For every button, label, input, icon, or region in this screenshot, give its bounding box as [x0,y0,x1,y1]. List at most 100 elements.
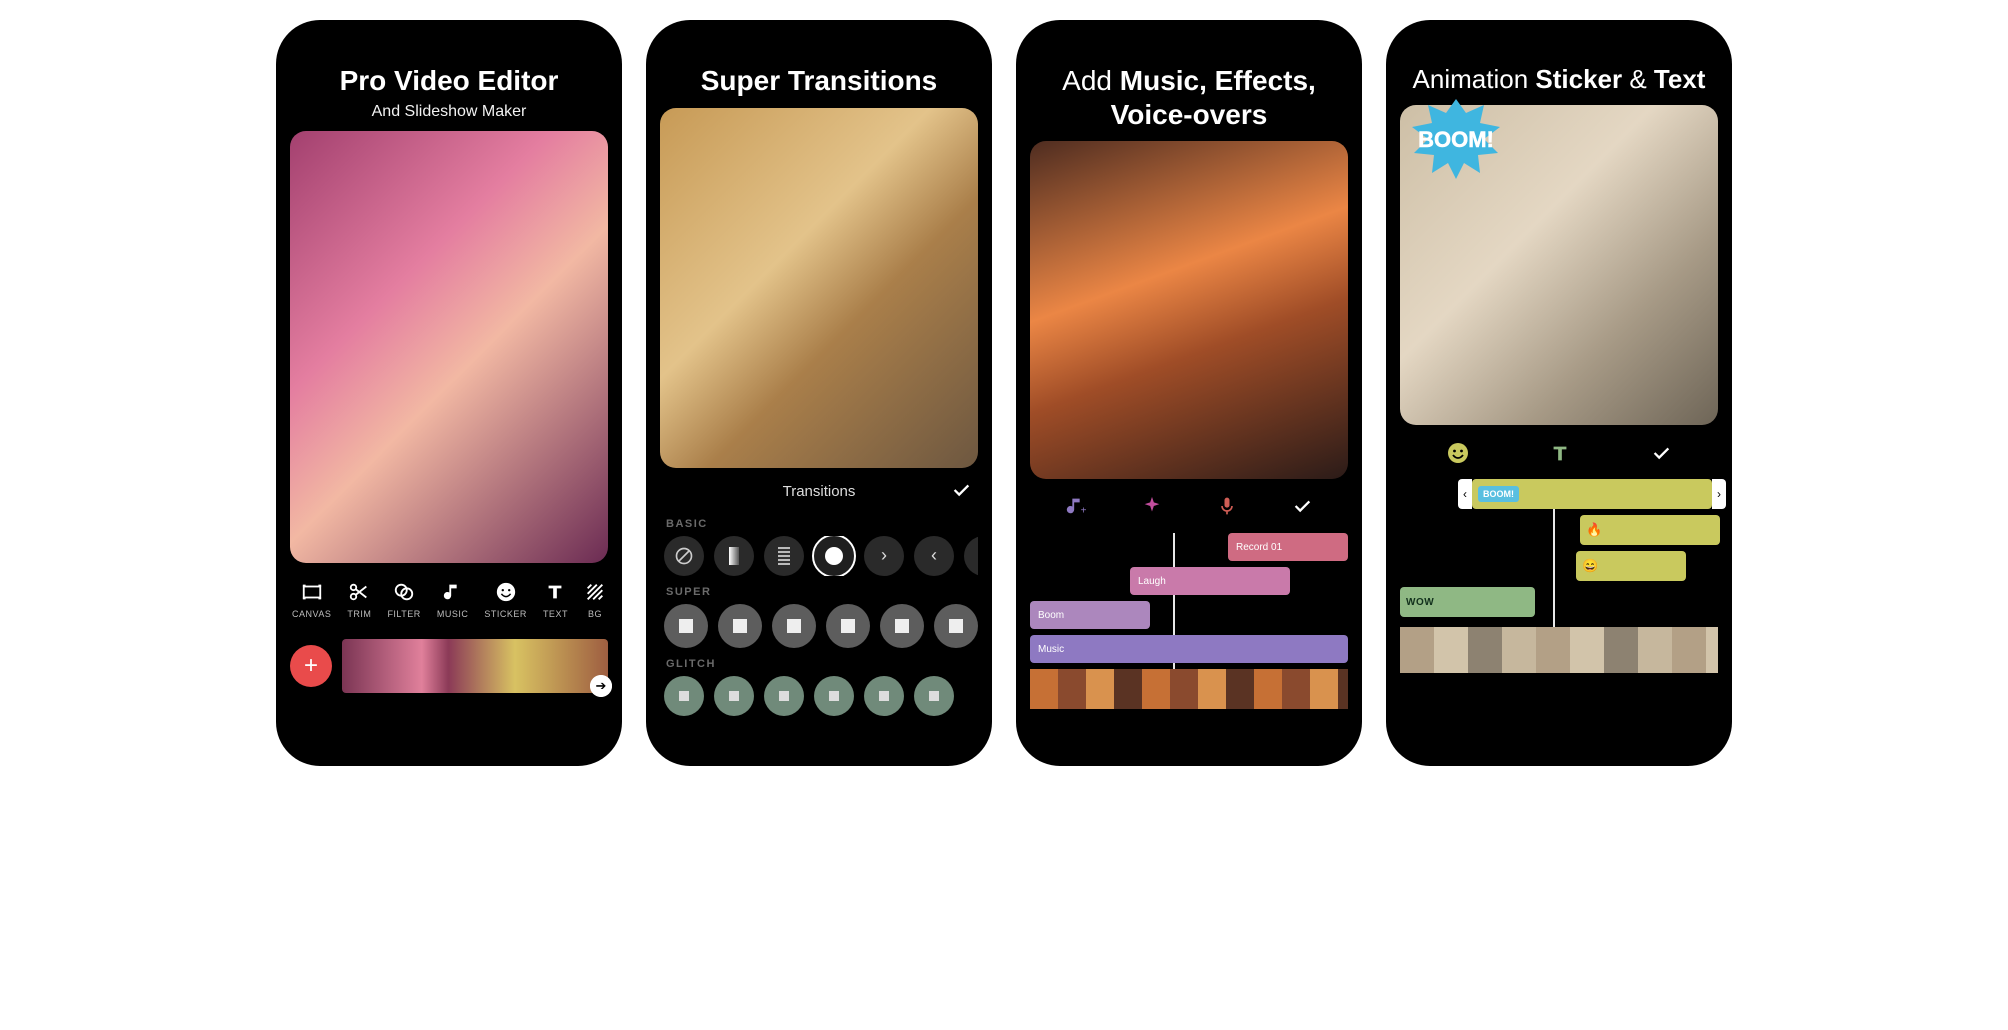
transitions-header: Transitions [660,476,978,508]
headline: Pro Video Editor And Slideshow Maker [290,64,608,121]
section-label-super: SUPER [666,586,978,598]
transition-super-5[interactable] [880,604,924,648]
track-music[interactable]: Music [1030,635,1348,663]
editor-toolbar: CANVAS TRIM FILTER MUSIC STICKER TEXT BG [292,581,606,619]
track-label: Boom [1038,610,1064,621]
title-pre: Animation [1413,64,1536,94]
phone-notch [374,20,524,42]
headline: Add Music, Effects, Voice-overs [1030,64,1348,131]
confirm-button[interactable] [1291,495,1313,523]
sparkle-icon[interactable] [1141,495,1163,523]
text-icon [544,581,566,603]
transition-dot-selected[interactable] [814,536,854,576]
tool-label: CANVAS [292,609,331,619]
svg-text:+: + [1081,506,1087,517]
svg-text:BOOM!: BOOM! [1418,127,1494,152]
title-pre: Add [1062,65,1120,96]
add-clip-button[interactable]: + [290,645,332,687]
preview-image-placeholder [660,108,978,468]
transition-glitch-1[interactable] [664,676,704,716]
transition-dissolve[interactable] [764,536,804,576]
track-boom[interactable]: Boom [1030,601,1150,629]
video-preview [660,108,978,468]
transition-super-2[interactable] [718,604,762,648]
transition-slide-right[interactable]: › [864,536,904,576]
preview-image-placeholder [1030,141,1348,479]
transition-super-3[interactable] [772,604,816,648]
transition-super-4[interactable] [826,604,870,648]
track-laugh[interactable]: Laugh [1130,567,1290,595]
video-preview [1030,141,1348,479]
clip-boom-badge: BOOM! [1478,486,1519,502]
headline-title: Add Music, Effects, Voice-overs [1030,64,1348,131]
transition-glitch-5[interactable] [864,676,904,716]
screenshot-panel-4: Animation Sticker & Text BOOM! ‹ BOOM! ›… [1386,20,1732,766]
headline: Animation Sticker & Text [1400,64,1718,95]
transition-glitch-3[interactable] [764,676,804,716]
confirm-button[interactable] [1650,442,1672,470]
timeline-row: + ➔ [290,639,608,693]
text-icon[interactable] [1549,442,1571,470]
smile-icon [495,581,517,603]
clip-handle-left[interactable]: ‹ [1458,479,1472,509]
transition-glitch-4[interactable] [814,676,854,716]
transition-slide-down[interactable]: ⌄ [964,536,978,576]
bg-icon [584,581,606,603]
boom-sticker[interactable]: BOOM! [1396,93,1516,183]
sticker-timeline[interactable]: ‹ BOOM! › 🔥 😄 WOW [1400,479,1718,689]
tool-music[interactable]: MUSIC [437,581,469,619]
tool-canvas[interactable]: CANVAS [292,581,331,619]
scissors-icon [348,581,370,603]
tool-filter[interactable]: FILTER [387,581,420,619]
clip-handle-right[interactable]: › [1712,479,1726,509]
title-bold-2: Text [1654,64,1706,94]
transition-row-basic: › ‹ ⌄ [660,536,978,576]
tool-label: STICKER [484,609,527,619]
tool-text[interactable]: TEXT [543,581,568,619]
microphone-icon[interactable] [1217,495,1237,523]
screenshot-panel-1: Pro Video Editor And Slideshow Maker CAN… [276,20,622,766]
transition-glitch-6[interactable] [914,676,954,716]
music-note-icon[interactable]: + [1065,495,1087,523]
transition-glitch-2[interactable] [714,676,754,716]
headline-title: Animation Sticker & Text [1400,64,1718,95]
clip-wow[interactable]: WOW [1400,587,1535,617]
tool-label: FILTER [387,609,420,619]
screenshot-panel-3: Add Music, Effects, Voice-overs + Record… [1016,20,1362,766]
section-label-glitch: GLITCH [666,658,978,670]
clip-label: WOW [1406,597,1434,608]
tool-trim[interactable]: TRIM [347,581,371,619]
transition-fade[interactable] [714,536,754,576]
preview-image-placeholder [290,131,608,563]
headline-title: Super Transitions [660,64,978,98]
transitions-panel: Transitions BASIC › ‹ ⌄ SUPER GLITCH [660,476,978,716]
transition-slide-left[interactable]: ‹ [914,536,954,576]
phone-notch [744,20,894,42]
tool-label: MUSIC [437,609,469,619]
audio-timeline[interactable]: Record 01 Laugh Boom Music [1030,533,1348,713]
tool-label: BG [588,609,602,619]
track-label: Music [1038,644,1064,655]
phone-notch [1114,20,1264,42]
section-label-basic: BASIC [666,518,978,530]
title-bold-1: Sticker [1535,64,1622,94]
transition-super-6[interactable] [934,604,978,648]
timeline-thumbnails[interactable]: ➔ [342,639,608,693]
tool-sticker[interactable]: STICKER [484,581,527,619]
screenshot-panel-2: Super Transitions Transitions BASIC › ‹ … [646,20,992,766]
audio-mode-strip: + [1038,495,1340,523]
track-record[interactable]: Record 01 [1228,533,1348,561]
clip-smile[interactable]: 😄 [1576,551,1686,581]
transition-super-1[interactable] [664,604,708,648]
video-preview [290,131,608,563]
video-timeline-thumbs[interactable] [1030,669,1348,709]
confirm-button[interactable] [950,479,972,505]
timeline-next-icon[interactable]: ➔ [590,675,612,697]
smile-icon[interactable] [1446,441,1470,471]
phone-notch [1484,20,1634,42]
video-timeline-thumbs[interactable] [1400,627,1718,673]
clip-fire[interactable]: 🔥 [1580,515,1720,545]
clip-boom-selected[interactable]: ‹ BOOM! › [1472,479,1712,509]
tool-bg[interactable]: BG [584,581,606,619]
transition-none[interactable] [664,536,704,576]
